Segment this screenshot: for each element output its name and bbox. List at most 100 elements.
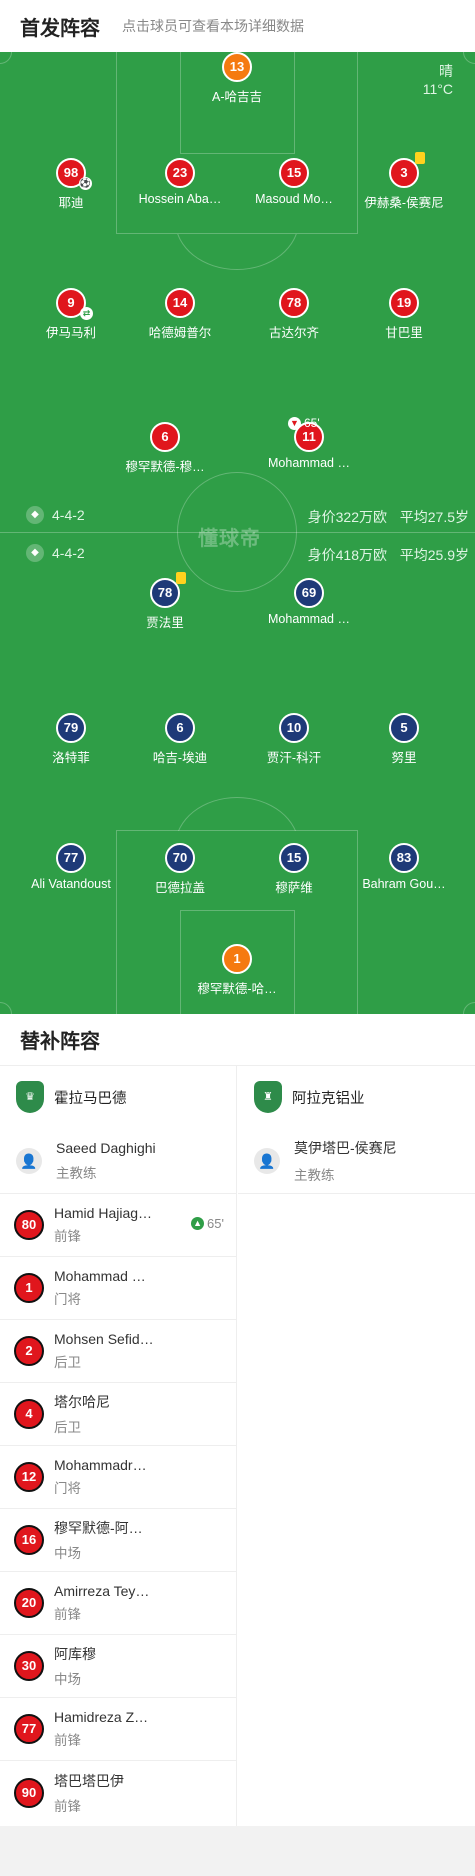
- away-coach[interactable]: 👤 莫伊塔巴-侯赛尼 主教练: [238, 1128, 475, 1194]
- away-defender-2[interactable]: 70 巴德拉盖: [125, 843, 235, 896]
- sub-in-icon: ▲: [191, 1217, 205, 1230]
- player-name: 伊赫桑-侯赛尼: [364, 196, 444, 210]
- coach-name: 莫伊塔巴-侯赛尼: [294, 1139, 397, 1156]
- home-defender-1[interactable]: 98 ⚽ 耶迪: [16, 158, 126, 211]
- sub-in-indicator: ▲ 65': [191, 1216, 224, 1231]
- away-defender-1[interactable]: 77 Ali Vatandoust: [16, 843, 126, 891]
- away-defender-4[interactable]: 83 Bahram Gou…: [349, 843, 459, 891]
- home-midfielder-3[interactable]: 78 古达尔齐: [239, 288, 349, 341]
- home-midfielder-2[interactable]: 14 哈德姆普尔: [125, 288, 235, 341]
- home-coach[interactable]: 👤 Saeed Daghighi 主教练: [0, 1128, 236, 1194]
- sub-player-row[interactable]: 16 穆罕默德-阿… 中场: [0, 1509, 236, 1572]
- player-name: 哈德姆普尔: [148, 326, 212, 340]
- home-subs-column: ♛ 霍拉马巴德 👤 Saeed Daghighi 主教练 80 Hamid Ha…: [0, 1066, 237, 1826]
- goal-ball-icon: ⚽: [79, 177, 92, 190]
- sub-player-name: Mohsen Sefid…: [54, 1331, 154, 1347]
- away-midfielder-4[interactable]: 5 努里: [349, 713, 459, 766]
- coach-role: 主教练: [294, 1167, 335, 1183]
- away-subs-team-header: ♜ 阿拉克铝业: [238, 1066, 475, 1128]
- sub-player-row[interactable]: 30 阿库穆 中场: [0, 1635, 236, 1698]
- home-goalkeeper[interactable]: 13 A-哈吉吉: [182, 52, 292, 105]
- sub-player-name: 塔尔哈尼: [54, 1394, 110, 1410]
- home-market-value: 身价322万欧: [307, 509, 387, 525]
- away-team-logo-icon: ♜: [254, 1081, 282, 1113]
- sub-off-indicator: ▼ 65': [288, 416, 320, 430]
- away-midfielder-3[interactable]: 10 贾汗-科汗: [239, 713, 349, 766]
- coach-avatar-icon: 👤: [16, 1147, 42, 1174]
- player-name: 贾法里: [146, 616, 184, 630]
- home-team-logo-icon: ♛: [16, 1081, 44, 1113]
- home-forward-1[interactable]: 6 穆罕默德-穆…: [110, 422, 220, 475]
- page-title: 首发阵容: [20, 17, 100, 40]
- sub-player-position: 中场: [54, 1546, 81, 1561]
- sub-player-row[interactable]: 80 Hamid Hajiag… 前锋 ▲ 65': [0, 1194, 236, 1257]
- sub-off-minute: 65': [304, 416, 320, 430]
- home-midfielder-1[interactable]: 9 ⇄ 伊马马利: [16, 288, 126, 341]
- sub-player-number: 4: [14, 1399, 44, 1429]
- away-defender-3[interactable]: 15 穆萨维: [239, 843, 349, 896]
- home-defender-4[interactable]: 3 伊赫桑-侯赛尼: [349, 152, 459, 211]
- sub-player-name: Mohammadr…: [54, 1457, 147, 1473]
- away-midfielder-1[interactable]: 79 洛特菲: [16, 713, 126, 766]
- sub-player-position: 前锋: [54, 1229, 81, 1244]
- home-defender-2[interactable]: 23 Hossein Aba…: [125, 158, 235, 206]
- player-number: 10: [279, 713, 309, 743]
- player-number: 23: [165, 158, 195, 188]
- home-subs-team-name: 霍拉马巴德: [54, 1090, 127, 1107]
- player-name: 贾汗-科汗: [266, 751, 322, 765]
- sub-player-row[interactable]: 1 Mohammad … 门将: [0, 1257, 236, 1320]
- sub-in-minute: 65': [207, 1216, 224, 1231]
- sub-player-row[interactable]: 77 Hamidreza Z… 前锋: [0, 1698, 236, 1761]
- away-midfielder-2[interactable]: 6 哈吉-埃迪: [125, 713, 235, 766]
- pitch-corner-br: [463, 1002, 475, 1014]
- away-team-logo-icon: ◆: [26, 544, 44, 562]
- sub-player-number: 1: [14, 1273, 44, 1303]
- sub-player-name: 阿库穆: [54, 1646, 96, 1662]
- home-subs-team-header: ♛ 霍拉马巴德: [0, 1066, 236, 1128]
- lineup-header: 首发阵容 点击球员可查看本场详细数据: [0, 0, 475, 58]
- player-name: 伊马马利: [45, 326, 96, 340]
- substitutes-title: 替补阵容: [0, 1014, 475, 1066]
- home-defender-3[interactable]: 15 Masoud Mo…: [239, 158, 349, 206]
- home-team-bar: ◆ 4-4-2 身价322万欧 平均27.5岁: [0, 504, 475, 526]
- away-subs-team-name: 阿拉克铝业: [292, 1090, 365, 1107]
- sub-player-row[interactable]: 2 Mohsen Sefid… 后卫: [0, 1320, 236, 1383]
- pitch-corner-tr: [463, 52, 475, 64]
- player-number: 6: [165, 713, 195, 743]
- home-forward-2[interactable]: 11 ▼ 65' Mohammad …: [254, 416, 364, 470]
- player-number: 19: [389, 288, 419, 318]
- away-forward-2[interactable]: 69 Mohammad …: [254, 578, 364, 626]
- player-number: 98 ⚽: [56, 158, 92, 190]
- home-avg-age: 平均27.5岁: [399, 509, 469, 525]
- away-market-value: 身价418万欧: [307, 547, 387, 563]
- player-name: Masoud Mo…: [255, 192, 333, 206]
- home-midfielder-4[interactable]: 19 甘巴里: [349, 288, 459, 341]
- weather-condition: 晴: [439, 63, 453, 79]
- sub-player-position: 前锋: [54, 1607, 81, 1622]
- player-number: 77: [56, 843, 86, 873]
- player-number: 15: [279, 843, 309, 873]
- away-goalkeeper[interactable]: 1 穆罕默德-哈…: [182, 944, 292, 997]
- player-name: 穆罕默德-穆…: [125, 460, 205, 474]
- sub-player-position: 门将: [54, 1292, 81, 1307]
- sub-player-number: 16: [14, 1525, 44, 1555]
- player-number: 69: [294, 578, 324, 608]
- player-number: 13: [222, 52, 252, 82]
- player-name: Mohammad …: [268, 456, 350, 470]
- coach-avatar-icon: 👤: [254, 1147, 280, 1174]
- player-number: 3: [389, 152, 425, 188]
- sub-player-row[interactable]: 90 塔巴塔巴伊 前锋: [0, 1761, 236, 1824]
- sub-player-row[interactable]: 20 Amirreza Tey… 前锋: [0, 1572, 236, 1635]
- player-name: Hossein Aba…: [138, 192, 222, 206]
- player-name: 古达尔齐: [268, 326, 319, 340]
- away-avg-age: 平均25.9岁: [399, 547, 469, 563]
- player-number: 78: [279, 288, 309, 318]
- player-name: 哈吉-埃迪: [152, 751, 208, 765]
- away-forward-1[interactable]: 78 贾法里: [110, 572, 220, 631]
- sub-player-name: Hamid Hajiag…: [54, 1205, 153, 1221]
- sub-player-row[interactable]: 12 Mohammadr… 门将: [0, 1446, 236, 1509]
- weather-temperature: 11°C: [422, 81, 453, 97]
- sub-player-row[interactable]: 4 塔尔哈尼 后卫: [0, 1383, 236, 1446]
- away-subs-column: ♜ 阿拉克铝业 👤 莫伊塔巴-侯赛尼 主教练: [238, 1066, 475, 1194]
- sub-player-position: 后卫: [54, 1420, 81, 1435]
